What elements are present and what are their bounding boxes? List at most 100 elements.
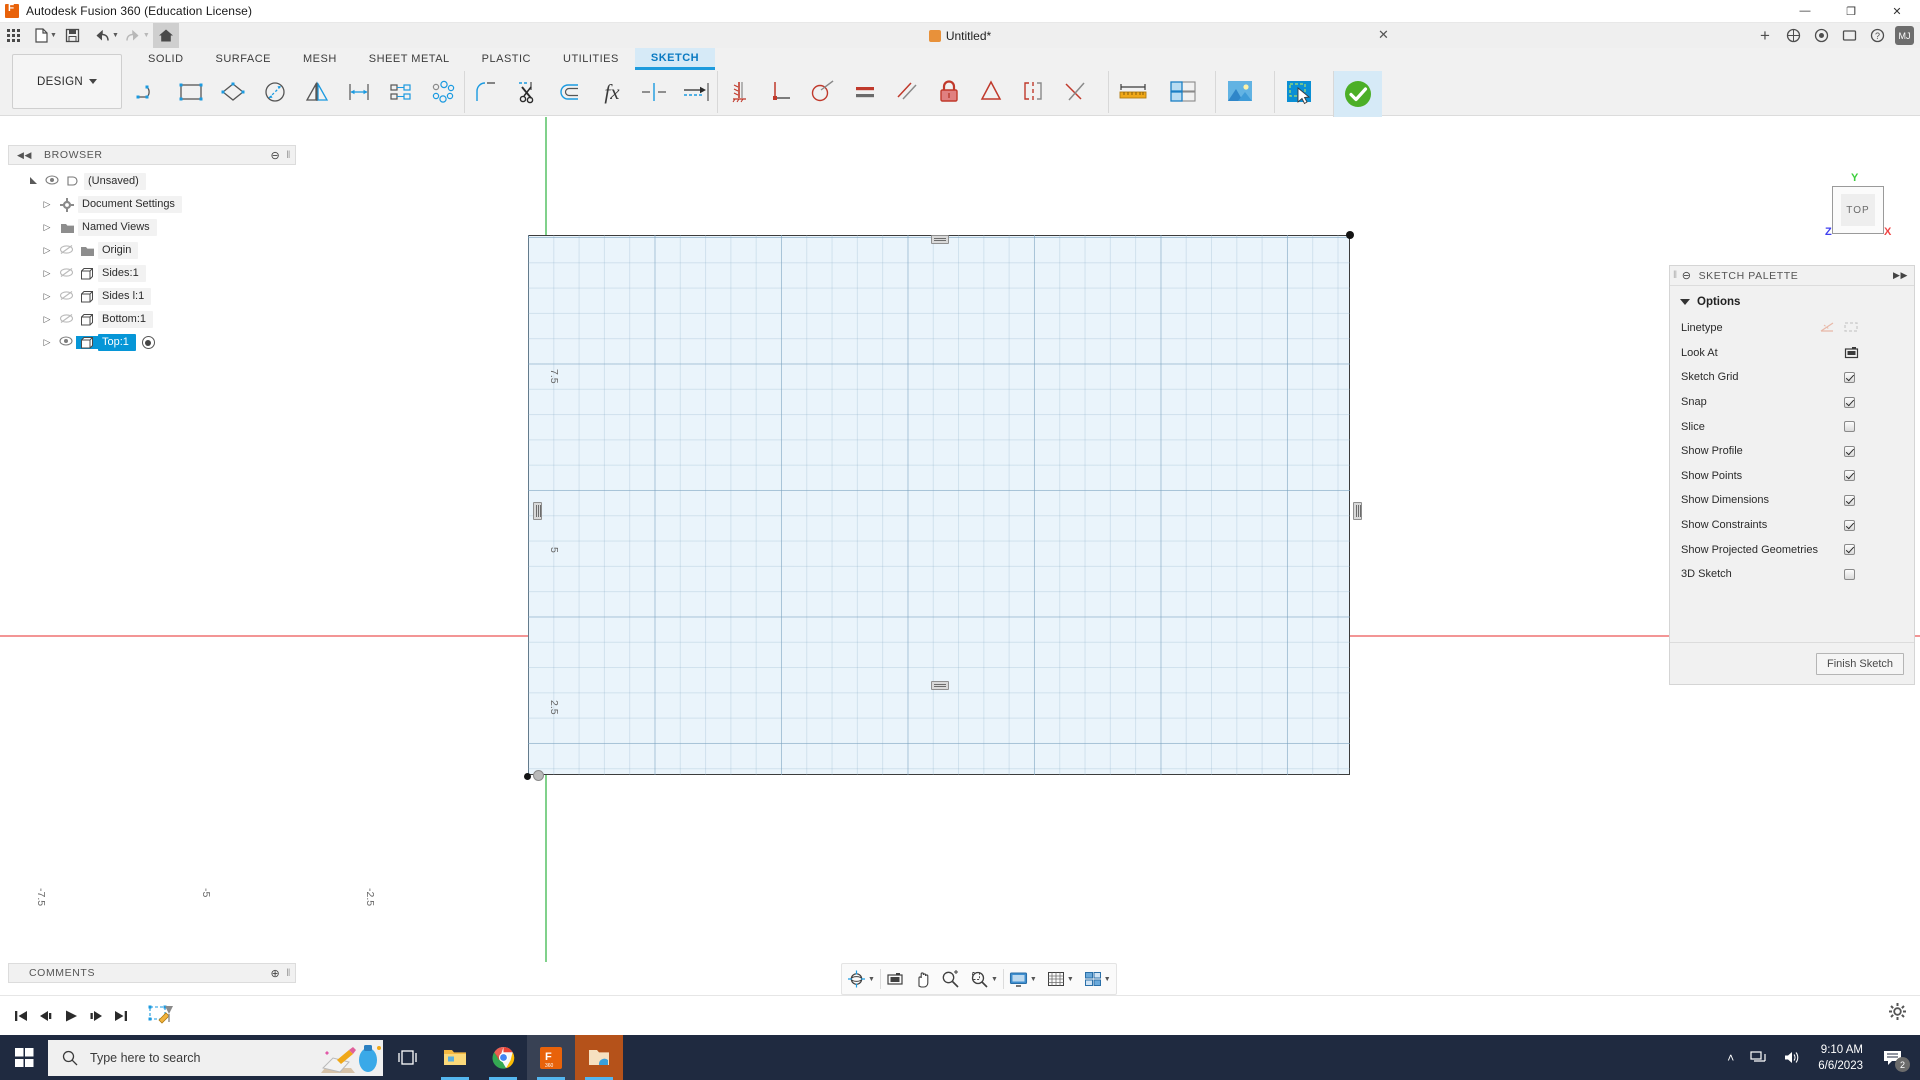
tab-plastic[interactable]: PLASTIC	[466, 48, 547, 70]
comments-add-icon[interactable]: ⊕	[270, 967, 280, 980]
network-icon[interactable]	[1742, 1035, 1775, 1080]
extend-icon[interactable]	[675, 71, 717, 113]
browser-item-document-settings[interactable]: ▷ Document Settings	[8, 193, 298, 216]
tab-solid[interactable]: SOLID	[132, 48, 200, 70]
tab-utilities[interactable]: UTILITIES	[547, 48, 635, 70]
vertical-constraint-badge-right[interactable]	[1353, 502, 1362, 520]
show-projected-geometries-checkbox[interactable]	[1844, 544, 1855, 556]
browser-resize-grip[interactable]: ‖	[286, 150, 291, 161]
display-settings-icon[interactable]: ▼	[1004, 964, 1042, 994]
tab-sketch[interactable]: SKETCH	[634, 48, 716, 70]
perpendicular-icon[interactable]	[760, 71, 802, 113]
section-analysis-icon[interactable]	[1157, 71, 1205, 113]
tab-sheet-metal[interactable]: SHEET METAL	[353, 48, 466, 70]
comments-panel-header[interactable]: COMMENTS ⊕ ‖	[8, 963, 296, 983]
sketch-origin-point[interactable]	[533, 770, 544, 781]
equal-icon[interactable]	[844, 71, 886, 113]
select-arrow-icon[interactable]	[1275, 71, 1323, 113]
measure-icon[interactable]	[1109, 71, 1157, 113]
show-dimensions-checkbox[interactable]	[1844, 494, 1855, 506]
browser-item-origin[interactable]: ▷ Origin	[8, 239, 298, 262]
orbit-icon[interactable]: ▼	[842, 964, 880, 994]
expand-arrow-icon[interactable]: ▷	[38, 314, 56, 325]
pan-icon[interactable]	[909, 964, 936, 994]
show-hidden-icons-chevron[interactable]: ˄	[1719, 1035, 1742, 1080]
show-profile-checkbox[interactable]	[1844, 445, 1855, 457]
look-at-camera-icon[interactable]	[1844, 346, 1859, 359]
offset-icon[interactable]	[549, 71, 591, 113]
palette-row-snap[interactable]: Snap	[1670, 390, 1914, 415]
browser-collapse-icon[interactable]: ◀◀	[17, 150, 32, 161]
expand-arrow-icon[interactable]: ▷	[38, 222, 56, 233]
fusion360-icon[interactable]: F 360	[527, 1035, 575, 1080]
palette-row-show-dimensions[interactable]: Show Dimensions	[1670, 488, 1914, 513]
browser-item-top-1[interactable]: ▷ Top:1	[8, 331, 298, 354]
expand-arrow-icon[interactable]: ▷	[38, 268, 56, 279]
palette-row-show-profile[interactable]: Show Profile	[1670, 439, 1914, 464]
mirror-icon[interactable]	[296, 71, 338, 113]
minimize-button[interactable]: —	[1782, 0, 1828, 23]
palette-expand-icon[interactable]: ▶▶	[1893, 270, 1908, 281]
add-tab-button[interactable]: +	[1752, 23, 1778, 48]
midpoint-icon[interactable]	[970, 71, 1012, 113]
taskbar-clock[interactable]: 9:10 AM 6/6/2023	[1808, 1042, 1873, 1074]
notification-center-icon[interactable]: 2	[1873, 1035, 1912, 1080]
lock-icon[interactable]	[928, 71, 970, 113]
circle-icon[interactable]	[254, 71, 296, 113]
active-sketch-radio[interactable]	[141, 336, 155, 349]
extensions-icon[interactable]	[1780, 23, 1806, 48]
zoom-icon[interactable]	[936, 964, 965, 994]
visibility-eye-off-icon[interactable]	[56, 313, 76, 327]
visibility-eye-off-icon[interactable]	[56, 290, 76, 304]
visibility-eye-icon[interactable]	[42, 175, 62, 188]
play-icon[interactable]	[58, 1002, 83, 1030]
palette-row-linetype[interactable]: Linetype	[1670, 316, 1914, 341]
zoom-window-icon[interactable]: ▼	[965, 964, 1003, 994]
document-tab-close-button[interactable]: ✕	[1378, 27, 1389, 43]
symmetry-icon[interactable]	[1012, 71, 1054, 113]
3d-sketch-checkbox[interactable]	[1844, 568, 1855, 580]
viewports-icon[interactable]: ▼	[1079, 964, 1116, 994]
look-at-icon[interactable]	[881, 964, 909, 994]
palette-row-show-projected-geometries[interactable]: Show Projected Geometries	[1670, 537, 1914, 562]
browser-item-sides-l-1[interactable]: ▷ Sides l:1	[8, 285, 298, 308]
expand-arrow-icon[interactable]	[24, 176, 42, 187]
redo-icon[interactable]: ▼	[122, 23, 153, 48]
new-document-icon[interactable]: ▼	[31, 23, 60, 48]
sketch-point-bottom-left[interactable]	[524, 773, 531, 780]
horizontal-constraint-badge-bottom[interactable]	[931, 681, 949, 690]
visibility-eye-icon[interactable]	[56, 336, 76, 349]
change-parameters-icon[interactable]: fx	[591, 71, 633, 113]
view-cube[interactable]: TOP Y X Z	[1824, 172, 1891, 242]
sketch-grid-checkbox[interactable]	[1844, 371, 1855, 383]
fix-unfix-icon[interactable]	[718, 71, 760, 113]
jump-to-beginning-icon[interactable]	[8, 1002, 33, 1030]
user-avatar[interactable]: MJ	[1895, 26, 1914, 45]
parallel-icon[interactable]	[886, 71, 928, 113]
polygon-icon[interactable]	[212, 71, 254, 113]
dimension-icon[interactable]	[338, 71, 380, 113]
slice-checkbox[interactable]	[1844, 421, 1855, 433]
notifications-bell-icon[interactable]	[1808, 23, 1834, 48]
centerline-icon[interactable]	[1843, 321, 1859, 336]
step-forward-icon[interactable]	[83, 1002, 108, 1030]
break-icon[interactable]	[633, 71, 675, 113]
task-view-icon[interactable]	[383, 1035, 431, 1080]
rectangle-icon[interactable]	[170, 71, 212, 113]
trim-icon[interactable]	[507, 71, 549, 113]
palette-row-sketch-grid[interactable]: Sketch Grid	[1670, 365, 1914, 390]
visibility-eye-off-icon[interactable]	[56, 244, 76, 258]
expand-arrow-icon[interactable]: ▷	[38, 245, 56, 256]
browser-close-icon[interactable]: ⊖	[270, 149, 280, 162]
options-section-header[interactable]: Options	[1670, 292, 1914, 316]
sketch-feature-icon[interactable]	[147, 1002, 175, 1030]
sketch-point-top-right[interactable]	[1346, 231, 1354, 239]
jump-to-end-icon[interactable]	[108, 1002, 133, 1030]
comments-resize-grip[interactable]: ‖	[286, 968, 291, 979]
finish-sketch-button[interactable]: Finish Sketch	[1815, 652, 1904, 675]
tangent-icon[interactable]	[802, 71, 844, 113]
tab-surface[interactable]: SURFACE	[200, 48, 287, 70]
visibility-eye-off-icon[interactable]	[56, 267, 76, 281]
volume-icon[interactable]	[1775, 1035, 1808, 1080]
fillet-icon[interactable]	[465, 71, 507, 113]
